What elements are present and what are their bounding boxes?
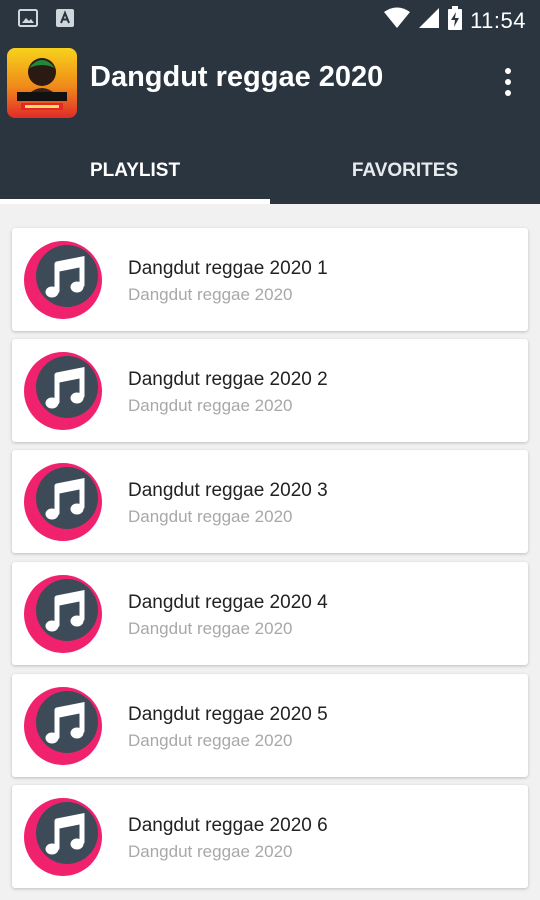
item-title: Dangdut reggae 2020 2 [128,369,328,390]
more-vert-icon[interactable] [490,60,526,104]
list-item[interactable]: Dangdut reggae 2020 6 Dangdut reggae 202… [12,785,528,888]
item-title: Dangdut reggae 2020 5 [128,704,328,725]
status-bar: 11:54 [0,0,540,38]
list-item[interactable]: Dangdut reggae 2020 4 Dangdut reggae 202… [12,562,528,665]
item-title: Dangdut reggae 2020 3 [128,480,328,501]
wifi-icon [384,7,411,34]
item-subtitle: Dangdut reggae 2020 [128,619,293,638]
music-note-icon [24,798,102,876]
item-subtitle: Dangdut reggae 2020 [128,507,293,526]
item-title: Dangdut reggae 2020 4 [128,592,328,613]
music-note-icon [24,352,102,430]
item-subtitle: Dangdut reggae 2020 [128,285,293,304]
item-subtitle: Dangdut reggae 2020 [128,396,293,415]
tab-indicator [0,199,270,204]
item-subtitle: Dangdut reggae 2020 [128,731,293,750]
item-title: Dangdut reggae 2020 6 [128,815,328,836]
signal-icon [418,7,440,34]
list-item[interactable]: Dangdut reggae 2020 2 Dangdut reggae 202… [12,339,528,442]
music-note-icon [24,687,102,765]
list-item[interactable]: Dangdut reggae 2020 3 Dangdut reggae 202… [12,450,528,553]
list-item[interactable]: Dangdut reggae 2020 1 Dangdut reggae 202… [12,228,528,331]
battery-charging-icon [448,6,463,35]
item-subtitle: Dangdut reggae 2020 [128,842,293,861]
music-note-icon [24,241,102,319]
image-icon [18,9,38,32]
app-logo [7,48,77,118]
app-bar: Dangdut reggae 2020 PLAYLIST FAVORITES [0,38,540,204]
a-icon [56,9,74,32]
app-title: Dangdut reggae 2020 [90,61,384,93]
tab-bar: PLAYLIST FAVORITES [0,138,540,204]
clock: 11:54 [470,7,526,33]
music-note-icon [24,463,102,541]
item-title: Dangdut reggae 2020 1 [128,258,328,279]
music-note-icon [24,575,102,653]
tab-playlist[interactable]: PLAYLIST [0,138,270,204]
list-item[interactable]: Dangdut reggae 2020 5 Dangdut reggae 202… [12,674,528,777]
tab-favorites[interactable]: FAVORITES [270,138,540,204]
